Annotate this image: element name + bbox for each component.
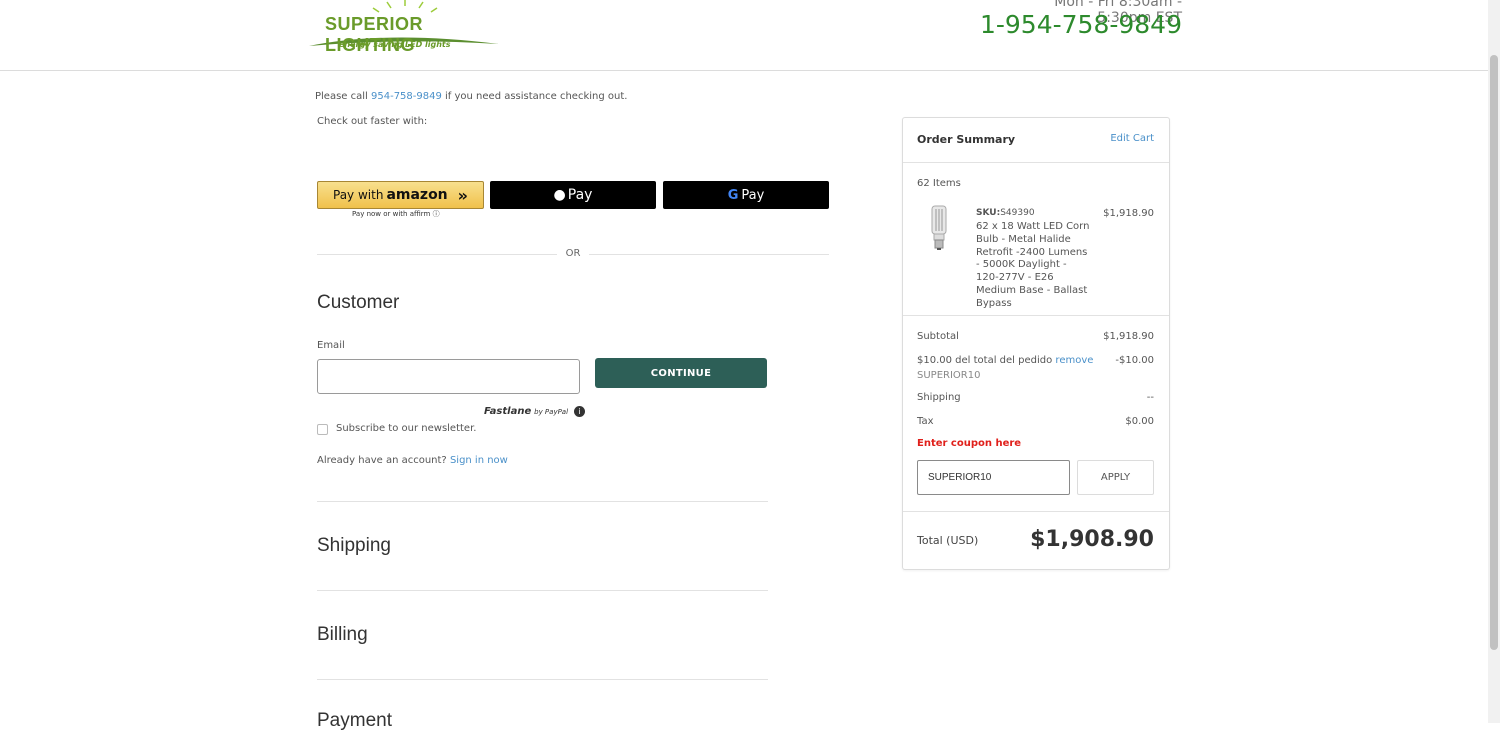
amazon-brand: amazon — [386, 187, 448, 203]
sku-label: SKU: — [976, 208, 1001, 218]
or-divider-right — [589, 254, 829, 255]
account-prompt: Already have an account? Sign in now — [317, 455, 508, 466]
assist-suffix: if you need assistance checking out. — [441, 91, 628, 102]
sign-in-link[interactable]: Sign in now — [450, 455, 508, 466]
sku-value: S49390 — [1000, 208, 1035, 218]
edit-cart-link[interactable]: Edit Cart — [1090, 133, 1154, 144]
logo-tagline-box: LED lights — [405, 40, 451, 49]
account-prompt-text: Already have an account? — [317, 455, 447, 466]
newsletter-label[interactable]: Subscribe to our newsletter. — [336, 423, 476, 434]
logo-main-text: SUPERIOR LIGHTING — [325, 14, 424, 55]
header-phone[interactable]: 1-954-758-9849 — [960, 10, 1182, 39]
info-icon[interactable]: i — [573, 406, 585, 417]
apple-pay-button[interactable]: ● Pay — [490, 181, 656, 209]
summary-divider — [903, 315, 1169, 316]
summary-divider — [903, 162, 1169, 163]
section-divider — [317, 679, 768, 680]
discount-value: -$10.00 — [1115, 355, 1154, 366]
email-label: Email — [317, 340, 345, 351]
page-scrollbar-thumb[interactable] — [1490, 55, 1498, 650]
logo-tagline: energy saving — [339, 40, 403, 49]
section-divider — [317, 590, 768, 591]
payment-heading: Payment — [317, 710, 392, 731]
subtotal-value: $1,918.90 — [1103, 331, 1154, 342]
assist-text: Please call 954-758-9849 if you need ass… — [315, 91, 627, 102]
discount-code: SUPERIOR10 — [917, 370, 981, 381]
tax-value: $0.00 — [1125, 416, 1154, 427]
product-thumbnail[interactable] — [927, 205, 951, 251]
apple-pay-label: Pay — [567, 187, 593, 203]
continue-button[interactable]: CONTINUE — [595, 358, 767, 388]
info-icon: ⓘ — [432, 210, 440, 218]
product-sku: SKU:S49390 — [976, 208, 1035, 218]
shipping-heading: Shipping — [317, 535, 391, 556]
subtotal-label: Subtotal — [917, 331, 959, 342]
section-divider — [317, 501, 768, 502]
assist-prefix: Please call — [315, 91, 371, 102]
coupon-input[interactable] — [917, 460, 1070, 495]
items-count: 62 Items — [917, 178, 961, 189]
newsletter-checkbox[interactable] — [317, 424, 328, 435]
total-label: Total (USD) — [917, 534, 979, 547]
summary-divider — [903, 511, 1169, 512]
email-input[interactable] — [317, 359, 580, 394]
or-divider-left — [317, 254, 557, 255]
customer-heading: Customer — [317, 292, 400, 313]
remove-discount-link[interactable]: remove — [1055, 355, 1093, 366]
coupon-heading[interactable]: Enter coupon here — [917, 438, 1021, 449]
fastlane-label: Fastlane — [484, 406, 532, 417]
shipping-value: -- — [1146, 392, 1154, 403]
site-header — [0, 0, 1488, 71]
shipping-label: Shipping — [917, 392, 961, 403]
order-summary-title: Order Summary — [917, 133, 1016, 146]
amazon-affirm-text: Pay now or with affirm — [352, 210, 431, 218]
discount-label: $10.00 del total del pedido — [917, 355, 1053, 366]
apple-logo-icon: ● — [553, 187, 566, 203]
product-name[interactable]: 62 x 18 Watt LED Corn Bulb - Metal Halid… — [976, 221, 1092, 311]
fastlane-paypal-badge: Fastlane by PayPal i — [484, 406, 585, 417]
tax-label: Tax — [917, 416, 934, 427]
assist-phone-link[interactable]: 954-758-9849 — [371, 91, 442, 102]
amazon-pay-button[interactable]: Pay with amazon » — [317, 181, 484, 209]
billing-heading: Billing — [317, 624, 368, 645]
amazon-affirm-note: Pay now or with affirm ⓘ — [352, 209, 440, 219]
express-checkout-label: Check out faster with: — [317, 116, 428, 127]
total-value: $1,908.90 — [1030, 527, 1154, 552]
amazon-pay-prefix: Pay with — [333, 188, 384, 202]
fastlane-by-paypal: by PayPal — [534, 408, 569, 416]
google-pay-label: Pay — [741, 187, 765, 203]
discount-row: $10.00 del total del pedido remove — [917, 355, 1093, 366]
google-g-icon: G — [727, 187, 739, 203]
superior-lighting-logo[interactable]: SUPERIOR LIGHTING energy saving LED ligh… — [307, 0, 502, 55]
apply-coupon-button[interactable]: APPLY — [1077, 460, 1154, 495]
chevron-right-double-icon: » — [457, 185, 468, 205]
product-price: $1,918.90 — [1103, 208, 1154, 219]
or-divider-text: OR — [565, 248, 581, 259]
google-pay-button[interactable]: G Pay — [663, 181, 829, 209]
